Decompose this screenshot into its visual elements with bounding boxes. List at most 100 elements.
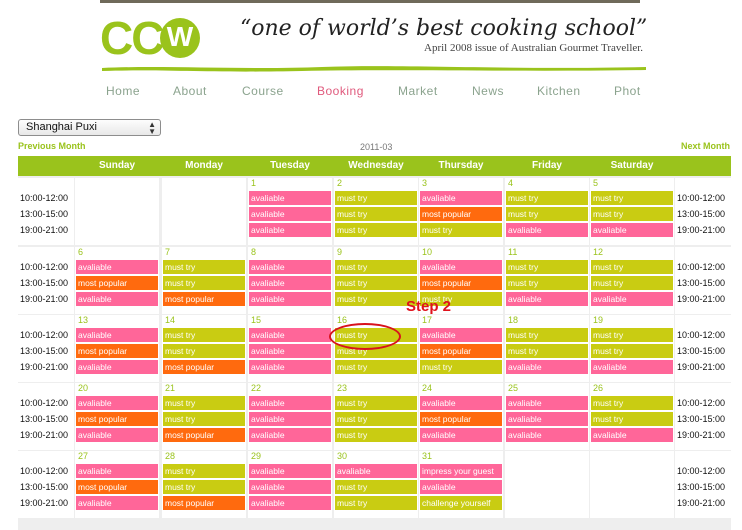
booking-slot[interactable]: must try xyxy=(591,260,673,274)
booking-slot[interactable]: must try xyxy=(591,276,673,290)
booking-slot[interactable]: must try xyxy=(420,223,502,237)
booking-slot[interactable]: most popular xyxy=(420,412,502,426)
booking-slot[interactable]: most popular xyxy=(76,480,158,494)
booking-slot[interactable]: must try xyxy=(335,360,417,374)
booking-slot[interactable]: must try xyxy=(163,344,245,358)
booking-slot[interactable]: challenge yourself xyxy=(420,496,502,510)
booking-slot[interactable]: must try xyxy=(163,328,245,342)
booking-slot[interactable]: avaliable xyxy=(506,292,588,306)
booking-slot[interactable]: avaliable xyxy=(420,328,502,342)
booking-slot[interactable]: must try xyxy=(335,328,417,342)
booking-slot[interactable]: avaliable xyxy=(591,223,673,237)
booking-slot[interactable]: avaliable xyxy=(76,260,158,274)
nav-about[interactable]: About xyxy=(173,84,207,98)
booking-slot[interactable]: avaliable xyxy=(76,464,158,478)
booking-slot[interactable]: must try xyxy=(335,276,417,290)
nav-kitchen[interactable]: Kitchen xyxy=(537,84,581,98)
booking-slot[interactable]: avaliable xyxy=(76,328,158,342)
booking-slot[interactable]: most popular xyxy=(163,496,245,510)
nav-phot[interactable]: Phot xyxy=(614,84,641,98)
booking-slot[interactable]: avaliable xyxy=(249,223,331,237)
booking-slot[interactable]: must try xyxy=(335,223,417,237)
booking-slot[interactable]: avaliable xyxy=(249,412,331,426)
booking-slot[interactable]: avaliable xyxy=(506,223,588,237)
booking-slot[interactable]: avaliable xyxy=(249,396,331,410)
booking-slot[interactable]: avaliable xyxy=(249,328,331,342)
booking-slot[interactable]: avaliable xyxy=(506,412,588,426)
booking-slot[interactable]: most popular xyxy=(76,344,158,358)
nav-news[interactable]: News xyxy=(472,84,504,98)
booking-slot[interactable]: avaliable xyxy=(591,360,673,374)
booking-slot[interactable]: must try xyxy=(591,191,673,205)
booking-slot[interactable]: avaliable xyxy=(420,191,502,205)
booking-slot[interactable]: impress your guest xyxy=(420,464,502,478)
booking-slot[interactable]: must try xyxy=(506,276,588,290)
booking-slot[interactable]: must try xyxy=(506,207,588,221)
booking-slot[interactable]: must try xyxy=(335,412,417,426)
booking-slot[interactable]: must try xyxy=(163,260,245,274)
booking-slot[interactable]: must try xyxy=(335,344,417,358)
booking-slot[interactable]: must try xyxy=(335,260,417,274)
booking-slot[interactable]: avaliable xyxy=(249,496,331,510)
booking-slot[interactable]: most popular xyxy=(163,428,245,442)
booking-slot[interactable]: most popular xyxy=(420,344,502,358)
nav-home[interactable]: Home xyxy=(106,84,140,98)
nav-booking[interactable]: Booking xyxy=(317,84,364,98)
booking-slot[interactable]: avaliable xyxy=(506,360,588,374)
booking-slot[interactable]: must try xyxy=(506,191,588,205)
booking-slot[interactable]: most popular xyxy=(76,412,158,426)
booking-slot[interactable]: must try xyxy=(335,191,417,205)
booking-slot[interactable]: must try xyxy=(163,412,245,426)
booking-slot[interactable]: avaliable xyxy=(249,464,331,478)
booking-slot[interactable]: avaliable xyxy=(76,496,158,510)
booking-slot[interactable]: must try xyxy=(506,344,588,358)
booking-slot[interactable]: avaliable xyxy=(76,292,158,306)
booking-slot[interactable]: avaliable xyxy=(249,428,331,442)
booking-slot[interactable]: avaliable xyxy=(420,428,502,442)
location-select[interactable]: Shanghai Puxi ▲ ▼ xyxy=(18,119,161,136)
booking-slot[interactable]: avaliable xyxy=(76,360,158,374)
booking-slot[interactable]: must try xyxy=(335,428,417,442)
booking-slot[interactable]: avaliable xyxy=(249,344,331,358)
booking-slot[interactable]: most popular xyxy=(163,292,245,306)
previous-month-link[interactable]: Previous Month xyxy=(18,141,86,151)
booking-slot[interactable]: most popular xyxy=(420,207,502,221)
ccw-logo[interactable]: CC W xyxy=(100,15,200,61)
booking-slot[interactable]: most popular xyxy=(76,276,158,290)
booking-slot[interactable]: must try xyxy=(335,207,417,221)
nav-course[interactable]: Course xyxy=(242,84,284,98)
booking-slot[interactable]: avaliable xyxy=(506,396,588,410)
booking-slot[interactable]: avaliable xyxy=(420,480,502,494)
nav-market[interactable]: Market xyxy=(398,84,438,98)
booking-slot[interactable]: must try xyxy=(163,396,245,410)
next-month-link[interactable]: Next Month xyxy=(681,141,730,151)
booking-slot[interactable]: must try xyxy=(335,396,417,410)
booking-slot[interactable]: avaliable xyxy=(420,396,502,410)
booking-slot[interactable]: most popular xyxy=(420,276,502,290)
booking-slot[interactable]: avaliable xyxy=(335,464,417,478)
booking-slot[interactable]: must try xyxy=(163,464,245,478)
booking-slot[interactable]: avaliable xyxy=(249,191,331,205)
booking-slot[interactable]: must try xyxy=(506,260,588,274)
booking-slot[interactable]: avaliable xyxy=(249,260,331,274)
booking-slot[interactable]: avaliable xyxy=(76,428,158,442)
booking-slot[interactable]: must try xyxy=(591,328,673,342)
booking-slot[interactable]: avaliable xyxy=(506,428,588,442)
booking-slot[interactable]: avaliable xyxy=(591,428,673,442)
booking-slot[interactable]: avaliable xyxy=(420,260,502,274)
booking-slot[interactable]: must try xyxy=(335,480,417,494)
booking-slot[interactable]: must try xyxy=(163,276,245,290)
booking-slot[interactable]: must try xyxy=(163,480,245,494)
booking-slot[interactable]: must try xyxy=(420,360,502,374)
booking-slot[interactable]: avaliable xyxy=(76,396,158,410)
booking-slot[interactable]: avaliable xyxy=(249,480,331,494)
booking-slot[interactable]: must try xyxy=(591,412,673,426)
booking-slot[interactable]: must try xyxy=(591,344,673,358)
booking-slot[interactable]: must try xyxy=(335,496,417,510)
booking-slot[interactable]: must try xyxy=(335,292,417,306)
booking-slot[interactable]: avaliable xyxy=(249,207,331,221)
booking-slot[interactable]: avaliable xyxy=(249,292,331,306)
booking-slot[interactable]: avaliable xyxy=(249,360,331,374)
booking-slot[interactable]: must try xyxy=(506,328,588,342)
booking-slot[interactable]: must try xyxy=(591,207,673,221)
